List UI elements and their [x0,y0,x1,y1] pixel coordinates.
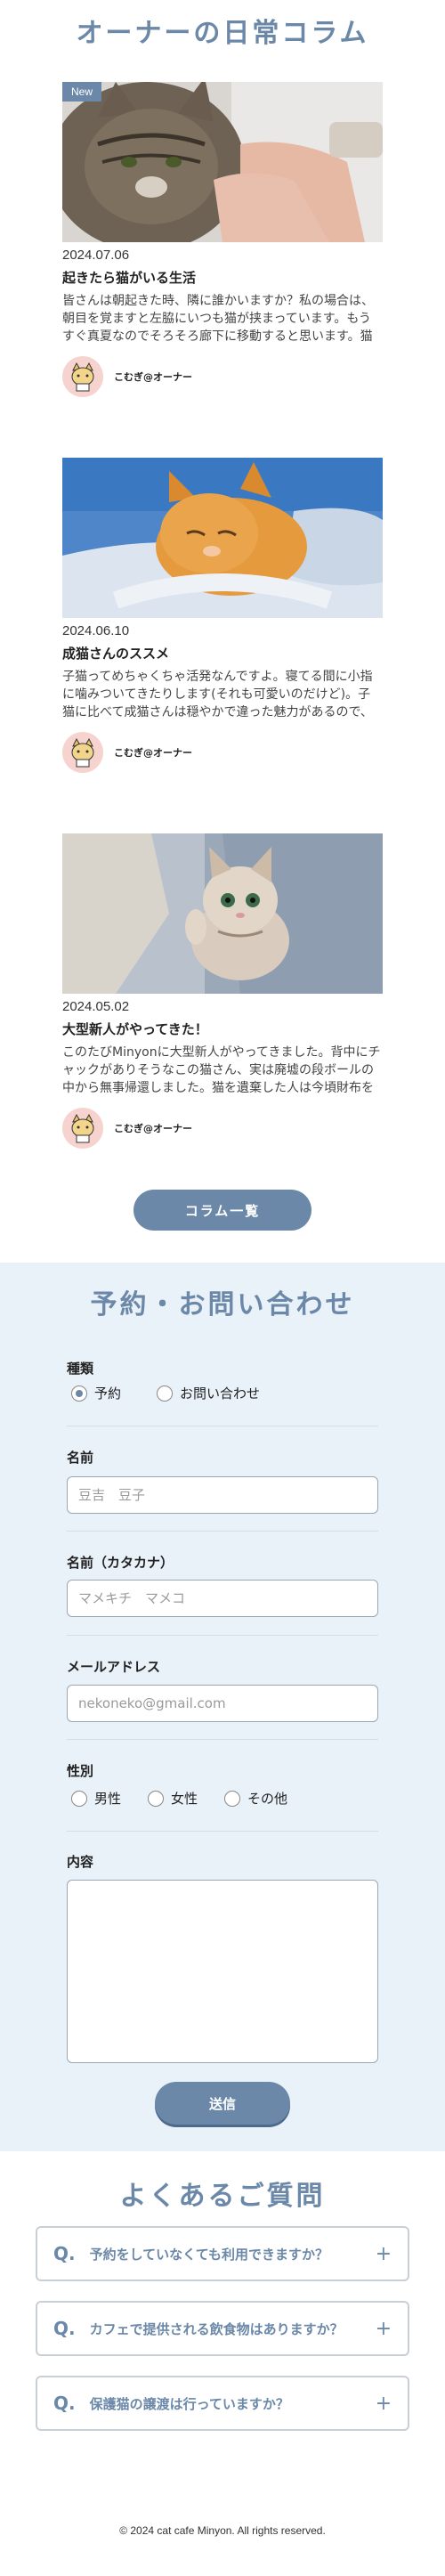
avatar [62,356,103,397]
radio-button[interactable] [71,1790,87,1807]
column-list-button[interactable]: コラム一覧 [134,1190,312,1231]
faq-q-mark: Q. [53,2318,76,2339]
radio-label: その他 [247,1791,288,1807]
divider [67,1739,378,1740]
type-label: 種類 [67,1361,94,1377]
radio-label: お問い合わせ [180,1386,261,1402]
contact-section: 予約・お問い合わせ 種類 予約 お問い合わせ 名前 名前（カタカナ） メールアド… [0,1263,445,2151]
card-date: 2024.06.10 [62,623,130,638]
radio-button[interactable] [157,1385,174,1402]
card-date: 2024.05.02 [62,999,130,1014]
faq-q-mark: Q. [53,2243,76,2264]
card-date: 2024.07.06 [62,248,130,263]
divider [67,1635,378,1636]
name-label: 名前 [67,1450,94,1466]
avatar [62,732,103,773]
gender-radio-group: 男性 女性 その他 [71,1789,314,1808]
name-input[interactable] [67,1476,378,1514]
card-title[interactable]: 大型新人がやってきた！ [62,1020,383,1038]
author-name: こむぎ@オーナー [114,371,192,383]
column-section-title: オーナーの日常コラム [76,18,369,49]
orange-cat-in-bed-photo [62,458,383,618]
content-textarea[interactable] [67,1880,378,2063]
author-name: こむぎ@オーナー [114,1123,192,1134]
card-image-kitten[interactable] [62,833,383,994]
card-image-cat-and-hand[interactable]: New [62,82,383,242]
type-option-inquiry[interactable]: お問い合わせ [157,1384,260,1402]
cat-owner-avatar-icon [71,1113,94,1143]
radio-button[interactable] [71,1385,87,1402]
gender-option-other[interactable]: その他 [224,1789,287,1808]
column-card[interactable]: 2024.05.02 大型新人がやってきた！ このたびMinyonに大型新人がや… [62,833,383,1149]
gender-label: 性別 [67,1763,94,1779]
footer-copyright: © 2024 cat cafe Minyon. All rights reser… [119,2524,326,2537]
avatar [62,1108,103,1149]
faq-item[interactable]: Q. 予約をしていなくても利用できますか？ + [36,2226,409,2281]
card-author: こむぎ@オーナー [62,732,383,773]
faq-q-mark: Q. [53,2393,76,2414]
card-author: こむぎ@オーナー [62,1108,383,1149]
new-badge: New [62,82,102,102]
plus-icon[interactable]: + [376,2393,392,2415]
column-card[interactable]: New 2024.07.06 起きたら猫がいる生活 皆さんは朝起きた時、隣に誰か… [62,82,383,397]
radio-button[interactable] [148,1790,165,1807]
card-title[interactable]: 起きたら猫がいる生活 [62,268,383,287]
type-radio-group: 予約 お問い合わせ [71,1384,287,1402]
card-excerpt: 皆さんは朝起きた時、隣に誰かいますか？私の場合は、朝目を覚ますと左脇にいつも猫が… [62,294,374,344]
card-author: こむぎ@オーナー [62,356,383,397]
faq-section-title: よくあるご質問 [119,2181,326,2212]
content-label: 内容 [67,1854,94,1870]
type-option-reservation[interactable]: 予約 [71,1384,121,1402]
radio-button[interactable] [224,1790,241,1807]
kana-label: 名前（カタカナ） [67,1555,174,1571]
column-section: オーナーの日常コラム New 2024.07.06 起きたら猫がいる生活 皆さん… [0,0,445,1263]
divider [67,1831,378,1832]
plus-icon[interactable]: + [376,2318,392,2340]
card-title[interactable]: 成猫さんのススメ [62,644,383,662]
divider [67,1531,378,1532]
card-excerpt: 子猫ってめちゃくちゃ活発なんですよ。寝てる間に小指に噛みついてきたりします(それ… [62,670,373,719]
cat-owner-avatar-icon [71,737,94,768]
faq-question: カフェで提供される飲食物はありますか？ [89,2320,344,2337]
faq-item[interactable]: Q. 保護猫の譲渡は行っていますか？ + [36,2376,409,2431]
author-name: こむぎ@オーナー [114,747,192,759]
kitten-on-sofa-photo [62,833,383,994]
submit-button[interactable]: 送信 [155,2082,290,2125]
kana-input[interactable] [67,1580,378,1617]
gender-option-female[interactable]: 女性 [148,1789,198,1808]
faq-section: よくあるご質問 Q. 予約をしていなくても利用できますか？ + Q. カフェで提… [0,2151,445,2576]
radio-label: 女性 [171,1791,198,1807]
column-card[interactable]: 2024.06.10 成猫さんのススメ 子猫ってめちゃくちゃ活発なんですよ。寝て… [62,458,383,773]
contact-section-title: 予約・お問い合わせ [90,1289,355,1321]
plus-icon[interactable]: + [376,2243,392,2265]
email-input[interactable] [67,1685,378,1722]
faq-question: 保護猫の譲渡は行っていますか？ [89,2395,289,2412]
radio-label: 予約 [94,1386,122,1402]
faq-question: 予約をしていなくても利用できますか？ [89,2246,328,2263]
gender-option-male[interactable]: 男性 [71,1789,121,1808]
faq-item[interactable]: Q. カフェで提供される飲食物はありますか？ + [36,2301,409,2356]
radio-label: 男性 [94,1791,122,1807]
card-excerpt: このたびMinyonに大型新人がやってきました。背中にチャックがありそうなこの猫… [62,1045,381,1095]
cat-and-hand-photo [62,82,383,242]
email-label: メールアドレス [67,1659,161,1675]
card-image-orange-cat[interactable] [62,458,383,618]
cat-owner-avatar-icon [71,362,94,392]
